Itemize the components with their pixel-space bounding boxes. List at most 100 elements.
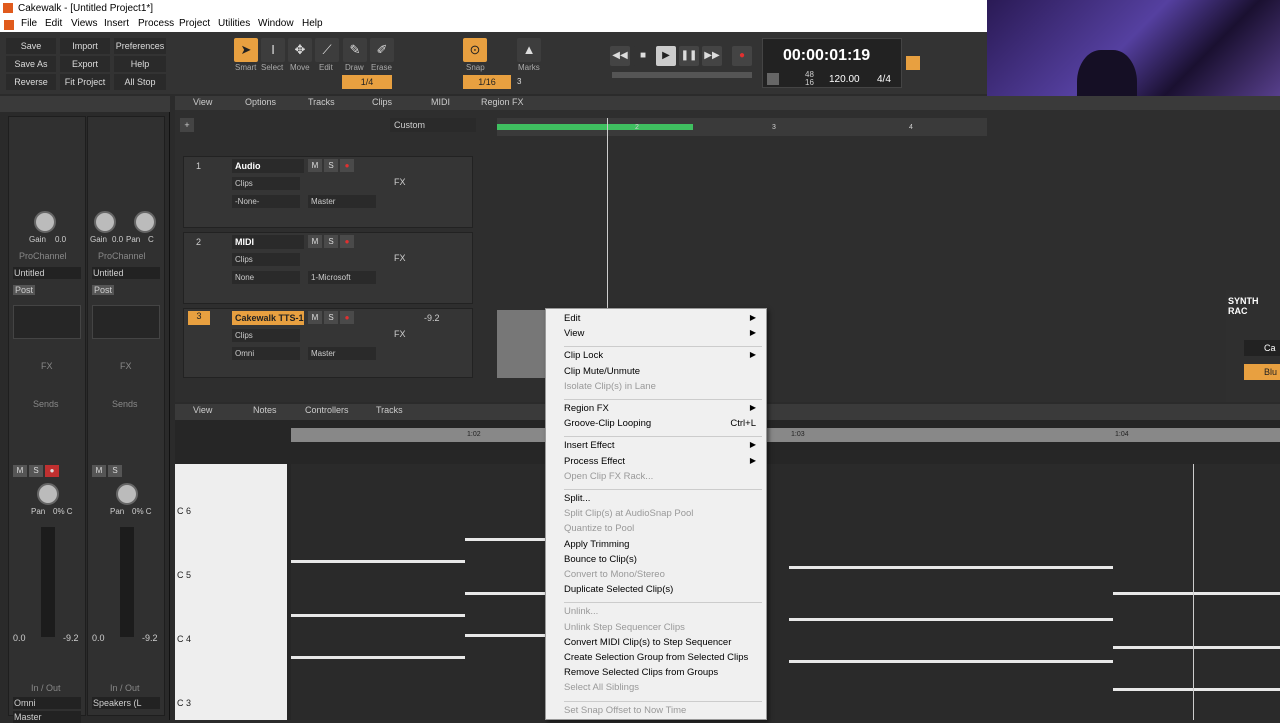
select-tool-icon[interactable]: I: [261, 38, 285, 62]
track-preset-dropdown[interactable]: Custom: [390, 118, 476, 132]
output-dropdown[interactable]: Master: [13, 711, 81, 723]
tv-menu-region-fx[interactable]: Region FX: [481, 97, 524, 107]
menu-help[interactable]: Help: [302, 18, 323, 29]
tv-menu-midi[interactable]: MIDI: [431, 97, 450, 107]
pause-icon[interactable]: ❚❚: [679, 46, 699, 66]
pr-menu-controllers[interactable]: Controllers: [305, 405, 349, 415]
arm-button[interactable]: ●: [340, 311, 354, 324]
gain-knob[interactable]: [94, 211, 116, 233]
context-item-split[interactable]: Split...: [564, 493, 762, 504]
sends-label[interactable]: Sends: [112, 399, 138, 409]
track-name[interactable]: Cakewalk TTS-1: [232, 311, 304, 325]
prochannel-label[interactable]: ProChannel: [98, 251, 146, 261]
save-button[interactable]: Save: [6, 38, 56, 54]
smart-tool-icon[interactable]: ➤: [234, 38, 258, 62]
pianoroll-ruler[interactable]: 1:02 1:03 1:04: [291, 428, 1280, 442]
track-midi[interactable]: 2 MIDI M S ● Clips None 1-Microsoft FX: [183, 232, 473, 304]
note[interactable]: [1113, 592, 1280, 595]
context-item-remove-selected-clips-from-groups[interactable]: Remove Selected Clips from Groups: [564, 667, 762, 678]
note-grid[interactable]: [291, 464, 1280, 720]
arm-button[interactable]: ●: [340, 159, 354, 172]
track-ruler[interactable]: 2 3 4: [497, 118, 987, 136]
save-as-button[interactable]: Save As: [6, 56, 56, 72]
track-name[interactable]: MIDI: [232, 235, 304, 249]
menu-utilities[interactable]: Utilities: [218, 18, 250, 29]
context-item-clip-lock[interactable]: Clip Lock ▶: [564, 350, 762, 361]
solo-button[interactable]: S: [324, 311, 338, 324]
note[interactable]: [465, 592, 545, 595]
pan-knob[interactable]: [116, 483, 138, 505]
prochannel-label[interactable]: ProChannel: [19, 251, 67, 261]
gain-knob[interactable]: [34, 211, 56, 233]
output-dropdown[interactable]: 1-Microsoft: [308, 271, 376, 284]
synth-item-1[interactable]: Ca: [1244, 340, 1280, 356]
strip-name[interactable]: Untitled: [13, 267, 81, 279]
eq-graph[interactable]: [13, 305, 81, 339]
solo-button[interactable]: S: [324, 159, 338, 172]
fast-forward-icon[interactable]: ▶▶: [702, 46, 722, 66]
pan-small-knob[interactable]: [134, 211, 156, 233]
marks-icon[interactable]: ▲: [517, 38, 541, 62]
input-dropdown[interactable]: Omni: [232, 347, 300, 360]
menu-project[interactable]: Project: [179, 18, 210, 29]
clips-dropdown[interactable]: Clips: [232, 177, 300, 190]
tv-menu-tracks[interactable]: Tracks: [308, 97, 335, 107]
volume-fader[interactable]: [120, 527, 134, 637]
note[interactable]: [789, 660, 1113, 663]
loop-region[interactable]: [497, 124, 693, 130]
move-tool-icon[interactable]: ✥: [288, 38, 312, 62]
track-name[interactable]: Audio: [232, 159, 304, 173]
note[interactable]: [291, 656, 465, 659]
input-dropdown[interactable]: None: [232, 271, 300, 284]
mute-button[interactable]: M: [308, 159, 322, 172]
add-track-icon[interactable]: +: [180, 118, 194, 132]
mute-button[interactable]: M: [308, 311, 322, 324]
tool-resolution-dropdown[interactable]: 1/4: [342, 75, 392, 89]
fx-label[interactable]: FX: [41, 361, 53, 371]
solo-button[interactable]: S: [29, 465, 43, 477]
context-item-edit[interactable]: Edit ▶: [564, 313, 762, 324]
help-button[interactable]: Help: [114, 56, 166, 72]
sends-label[interactable]: Sends: [33, 399, 59, 409]
context-item-duplicate-selected-clip-s[interactable]: Duplicate Selected Clip(s): [564, 584, 762, 595]
preferences-button[interactable]: Preferences: [114, 38, 166, 54]
menu-insert[interactable]: Insert: [104, 18, 129, 29]
piano-keyboard[interactable]: C 6 C 5 C 4 C 3: [175, 464, 287, 720]
pan-knob[interactable]: [37, 483, 59, 505]
context-item-apply-trimming[interactable]: Apply Trimming: [564, 539, 762, 550]
menu-views[interactable]: Views: [71, 18, 98, 29]
mute-button[interactable]: M: [308, 235, 322, 248]
context-item-insert-effect[interactable]: Insert Effect ▶: [564, 440, 762, 451]
transport-position-slider[interactable]: [612, 72, 752, 78]
context-item-region-fx[interactable]: Region FX ▶: [564, 403, 762, 414]
mute-button[interactable]: M: [13, 465, 27, 477]
reverse-button[interactable]: Reverse: [6, 74, 56, 90]
time-display[interactable]: 00:00:01:19 48 16 120.00 4/4: [762, 38, 902, 88]
draw-tool-icon[interactable]: ✎: [343, 38, 367, 62]
pr-menu-tracks[interactable]: Tracks: [376, 405, 403, 415]
tv-menu-view[interactable]: View: [193, 97, 212, 107]
context-item-view[interactable]: View ▶: [564, 328, 762, 339]
context-item-groove-clip-looping[interactable]: Groove-Clip Looping Ctrl+L: [564, 418, 762, 429]
eq-graph[interactable]: [92, 305, 160, 339]
export-button[interactable]: Export: [60, 56, 110, 72]
track-audio[interactable]: 1 Audio M S ● Clips -None- Master FX: [183, 156, 473, 228]
menu-process[interactable]: Process: [138, 18, 174, 29]
rewind-icon[interactable]: ◀◀: [610, 46, 630, 66]
edit-tool-icon[interactable]: ⟋: [315, 38, 339, 62]
volume-fader[interactable]: [41, 527, 55, 637]
play-icon[interactable]: ▶: [656, 46, 676, 66]
output-dropdown[interactable]: Master: [308, 347, 376, 360]
stop-icon[interactable]: ■: [633, 46, 653, 66]
synth-item-2[interactable]: Blu: [1244, 364, 1280, 380]
arm-button[interactable]: ●: [45, 465, 59, 477]
fx-label[interactable]: FX: [394, 253, 406, 263]
menu-file[interactable]: File: [21, 18, 37, 29]
solo-button[interactable]: S: [324, 235, 338, 248]
fx-label[interactable]: FX: [394, 177, 406, 187]
tv-menu-options[interactable]: Options: [245, 97, 276, 107]
note[interactable]: [465, 538, 545, 541]
import-button[interactable]: Import: [60, 38, 110, 54]
all-stop-button[interactable]: All Stop: [114, 74, 166, 90]
track-tts1[interactable]: 3 Cakewalk TTS-1 M S ● -9.2 Clips Omni M…: [183, 308, 473, 378]
